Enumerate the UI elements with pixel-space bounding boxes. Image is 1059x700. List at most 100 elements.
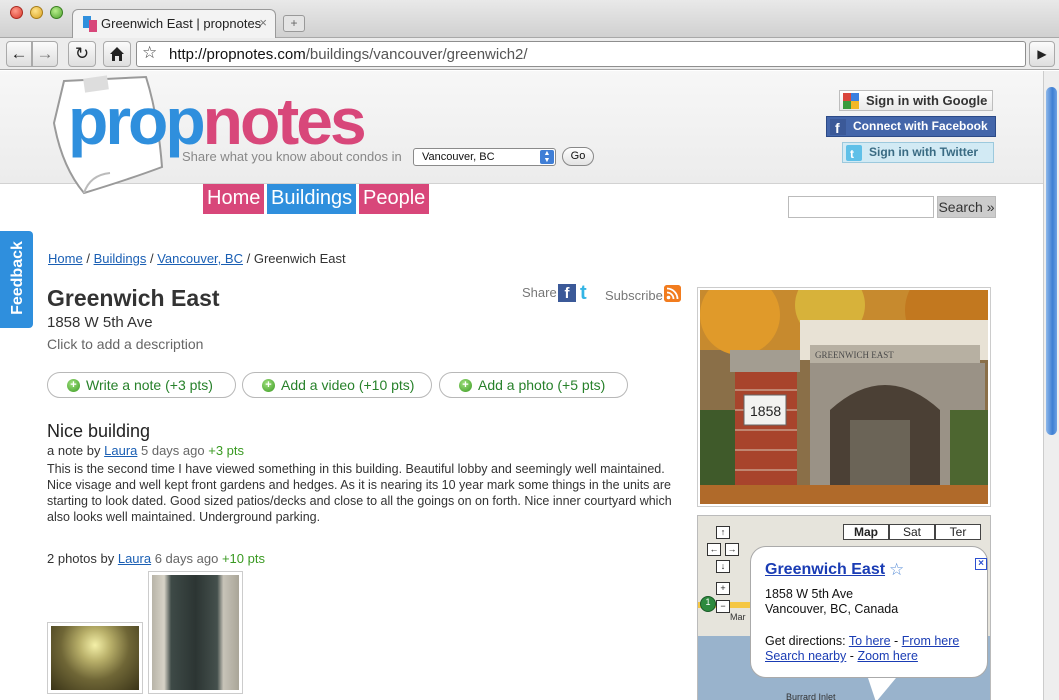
close-icon[interactable]: × [975,558,987,570]
reload-button[interactable]: ↻ [68,41,96,67]
zoom-window-button[interactable] [50,6,63,19]
building-photo[interactable]: 1858 GREENWICH EAST [697,265,995,507]
home-button[interactable] [103,41,131,67]
connect-facebook-label: Connect with Facebook [853,119,988,133]
url-path: /buildings/vancouver/greenwich2/ [305,46,528,63]
add-video-button[interactable]: + Add a video (+10 pts) [242,372,432,398]
close-window-button[interactable] [10,6,23,19]
propnotes-favicon-icon [83,16,97,32]
back-button[interactable]: ← [6,41,32,67]
new-tab-button[interactable]: + [283,15,305,32]
photo-thumbnail-elevator[interactable] [148,571,243,694]
city-go-button[interactable]: Go [562,147,594,166]
note-author-link[interactable]: Laura [104,443,137,458]
map-type-terrain-button[interactable]: Ter [935,524,981,540]
rss-feed-icon[interactable] [664,285,681,302]
site-search-input[interactable] [788,196,934,218]
address-bar[interactable]: ☆ http://propnotes.com/buildings/vancouv… [136,41,1026,67]
info-actions-row: Search nearby - Zoom here [765,649,918,663]
breadcrumb-separator: / [246,251,251,266]
breadcrumb-current: Greenwich East [253,251,346,266]
nav-buildings[interactable]: Buildings [267,184,357,214]
scrollbar-thumb[interactable] [1046,87,1057,435]
info-window-title[interactable]: Greenwich East [765,561,885,579]
plus-icon: + [262,379,275,392]
zoom-out-icon[interactable]: − [716,600,730,613]
photos-meta: 2 photos by Laura 6 days ago +10 pts [47,551,265,566]
map-info-window: Greenwich East ☆ × 1858 W 5th Ave Vancou… [750,546,988,678]
write-note-button[interactable]: + Write a note (+3 pts) [47,372,236,398]
add-video-label: Add a video (+10 pts) [281,377,415,393]
breadcrumb-city[interactable]: Vancouver, BC [157,251,243,266]
map-type-satellite-button[interactable]: Sat [889,524,935,540]
site-tagline: Share what you know about condos in [182,149,402,164]
info-address-line-2: Vancouver, BC, Canada [765,602,899,616]
home-icon [110,47,124,61]
zoom-here-link[interactable]: Zoom here [857,649,917,663]
bookmark-star-icon[interactable]: ☆ [142,43,157,63]
directions-label: Get directions: [765,634,846,648]
photos-meta-prefix: 2 photos by [47,551,115,566]
breadcrumb-buildings[interactable]: Buildings [94,251,147,266]
sign-in-twitter-button[interactable]: t Sign in with Twitter [842,142,994,163]
note-meta-prefix: a note by [47,443,101,458]
breadcrumb-home[interactable]: Home [48,251,83,266]
feedback-tab[interactable]: Feedback [0,231,33,328]
zoom-in-icon[interactable]: + [716,582,730,595]
directions-to-here-link[interactable]: To here [849,634,891,648]
share-label: Share [522,285,557,300]
feedback-label: Feedback [9,241,26,315]
pan-right-icon[interactable]: → [725,543,739,556]
web-page: propnotes Share what you know about cond… [0,71,1043,700]
tab-title: Greenwich East | propnotes [101,16,262,31]
pan-up-icon[interactable]: ↑ [716,526,730,539]
play-arrow-icon: ▶ [1037,47,1047,61]
map-type-map-button[interactable]: Map [843,524,889,540]
add-description-prompt[interactable]: Click to add a description [47,336,203,352]
vertical-scrollbar[interactable] [1043,71,1059,700]
search-nearby-link[interactable]: Search nearby [765,649,846,663]
pan-left-icon[interactable]: ← [707,543,721,556]
breadcrumb: Home / Buildings / Vancouver, BC / Green… [48,251,346,266]
pan-down-icon[interactable]: ↓ [716,560,730,573]
location-map[interactable]: Mar Burrard Inlet 1 Map Sat Ter ↑ ← → ↓ … [697,515,991,700]
browser-tab[interactable]: Greenwich East | propnotes × [72,9,276,39]
building-address: 1858 W 5th Ave [47,314,153,331]
tab-close-icon[interactable]: × [259,15,267,30]
link-separator: - [849,649,854,663]
building-title: Greenwich East [47,285,220,311]
star-icon[interactable]: ☆ [889,560,904,580]
photo-thumbnail-hallway[interactable] [47,622,143,694]
connect-facebook-button[interactable]: f Connect with Facebook [826,116,996,137]
nav-people[interactable]: People [359,184,430,214]
twitter-icon: t [846,145,862,161]
plus-icon: + [459,379,472,392]
sign-in-google-button[interactable]: Sign in with Google [839,90,993,111]
subscribe-label: Subscribe [605,288,663,303]
breadcrumb-separator: / [86,251,90,266]
facebook-share-icon[interactable]: f [558,284,576,302]
photos-author-link[interactable]: Laura [118,551,151,566]
info-address-line-1: 1858 W 5th Ave [765,587,854,601]
svg-text:t: t [850,147,854,161]
note-meta: a note by Laura 5 days ago +3 pts [47,443,244,458]
map-label-mar: Mar [730,612,746,622]
forward-arrow-icon: → [36,44,54,63]
twitter-share-icon[interactable]: t [580,283,598,303]
city-select[interactable]: Vancouver, BC ▲ ▼ [413,148,556,166]
page-menu-button[interactable]: ▶ [1029,41,1055,67]
map-label-burrard: Burrard Inlet [786,692,836,700]
nav-home[interactable]: Home [203,184,265,214]
logo-notes-text: notes [202,84,367,158]
add-photo-button[interactable]: + Add a photo (+5 pts) [439,372,628,398]
plus-icon: + [67,379,80,392]
sign-in-twitter-label: Sign in with Twitter [869,145,979,159]
directions-from-here-link[interactable]: From here [902,634,960,648]
minimize-window-button[interactable] [30,6,43,19]
forward-button[interactable]: → [32,41,58,67]
site-header: propnotes Share what you know about cond… [0,71,1043,195]
link-separator: - [894,634,899,648]
note-body: This is the second time I have viewed so… [47,462,672,524]
site-search-button[interactable]: Search » [937,196,996,218]
building-sign-name: GREENWICH EAST [815,350,894,360]
